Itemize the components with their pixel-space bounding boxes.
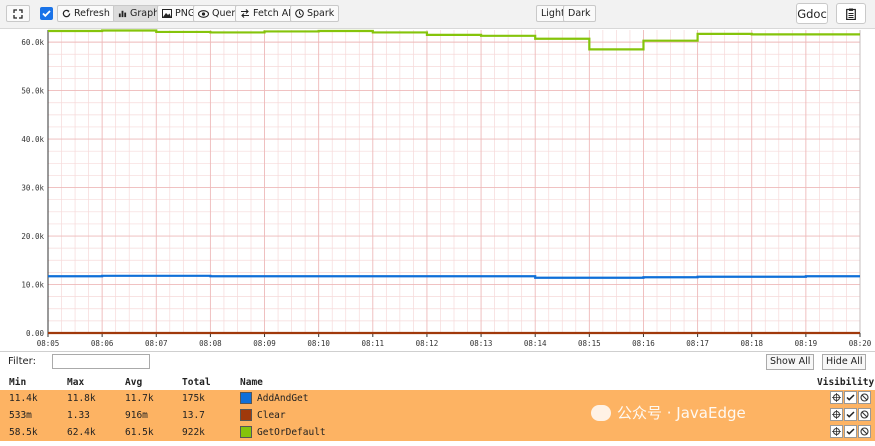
legend-header: Min Max Avg Total Name Visibility <box>0 374 875 390</box>
col-name: Name <box>240 377 263 388</box>
focus-button[interactable] <box>830 425 843 438</box>
hide-button[interactable] <box>858 408 871 421</box>
row-total: 175k <box>182 393 205 404</box>
filter-label: Filter: <box>8 356 36 367</box>
row-avg: 916m <box>125 410 148 421</box>
legend-row[interactable]: 58.5k 62.4k 61.5k 922k GetOrDefault <box>0 424 875 441</box>
image-icon <box>162 9 172 18</box>
x-tick-label: 08:10 <box>307 339 330 348</box>
ban-icon <box>860 427 869 436</box>
check-icon <box>846 394 855 401</box>
dark-theme-button[interactable]: Dark <box>563 5 596 22</box>
col-total: Total <box>182 377 211 388</box>
row-max: 11.8k <box>67 393 96 404</box>
metrics-chart: 0.00 10.0k 20.0k 30.0k 40.0k 50.0k 60.0k 08:05 0… <box>21 29 872 348</box>
crosshair-icon <box>832 393 841 402</box>
spark-label: Spark <box>307 8 335 19</box>
row-name: GetOrDefault <box>257 427 326 438</box>
row-name: AddAndGet <box>257 393 309 404</box>
focus-button[interactable] <box>830 391 843 404</box>
watermark-text: 公众号 · JavaEdge <box>617 404 746 422</box>
x-tick-label: 08:14 <box>524 339 547 348</box>
series-color-swatch[interactable] <box>240 392 252 404</box>
light-label: Light <box>541 8 565 19</box>
row-total: 13.7 <box>182 410 205 421</box>
gdoc-label: Gdoc <box>797 7 827 21</box>
clipboard-icon <box>846 8 856 20</box>
wechat-icon <box>591 404 611 421</box>
x-tick-label: 08:05 <box>37 339 60 348</box>
row-name: Clear <box>257 410 286 421</box>
auto-refresh-checkbox[interactable] <box>40 7 53 20</box>
x-tick-label: 08:08 <box>199 339 222 348</box>
crosshair-icon <box>832 427 841 436</box>
ban-icon <box>860 410 869 419</box>
visible-toggle[interactable] <box>844 391 857 404</box>
refresh-label: Refresh <box>74 8 110 19</box>
spark-button[interactable]: Spark <box>290 5 340 22</box>
hide-all-button[interactable]: Hide All <box>822 354 867 370</box>
show-all-button[interactable]: Show All <box>766 354 815 370</box>
refresh-icon <box>62 9 71 18</box>
x-tick-label: 08:07 <box>145 339 168 348</box>
toolbar: Refresh Graph PNG Query Fetch API Spark … <box>0 0 875 29</box>
focus-button[interactable] <box>830 408 843 421</box>
eye-icon <box>198 9 209 18</box>
bar-chart-icon <box>118 10 127 18</box>
graph-label: Graph <box>130 8 160 19</box>
x-tick-label: 08:13 <box>470 339 493 348</box>
x-tick-label: 08:09 <box>253 339 276 348</box>
fullscreen-button[interactable] <box>6 5 30 22</box>
gdoc-button[interactable]: Gdoc <box>796 3 828 24</box>
clock-icon <box>295 9 304 18</box>
x-tick-label: 08:16 <box>632 339 655 348</box>
watermark: 公众号 · JavaEdge <box>591 402 746 423</box>
check-icon <box>846 411 855 418</box>
x-tick-label: 08:12 <box>416 339 439 348</box>
series-color-swatch[interactable] <box>240 409 252 421</box>
visible-toggle[interactable] <box>844 425 857 438</box>
check-icon <box>42 10 51 18</box>
y-tick-label: 10.0k <box>21 281 44 290</box>
crosshair-icon <box>832 410 841 419</box>
col-max: Max <box>67 377 85 388</box>
check-icon <box>846 428 855 435</box>
y-tick-label: 50.0k <box>21 87 44 96</box>
row-min: 58.5k <box>9 427 38 438</box>
col-visibility: Visibility <box>817 377 875 388</box>
col-min: Min <box>9 377 27 388</box>
row-avg: 61.5k <box>125 427 154 438</box>
y-tick-label: 0.00 <box>26 329 45 338</box>
y-tick-label: 40.0k <box>21 135 44 144</box>
series-color-swatch[interactable] <box>240 426 252 438</box>
ban-icon <box>860 393 869 402</box>
x-tick-label: 08:20 <box>849 339 872 348</box>
expand-icon <box>13 8 23 19</box>
y-tick-label: 20.0k <box>21 232 44 241</box>
filter-bar: Filter: Show All Hide All <box>0 351 875 374</box>
x-tick-label: 08:11 <box>362 339 385 348</box>
clipboard-button[interactable] <box>836 3 866 24</box>
exchange-icon <box>241 9 249 18</box>
y-tick-label: 60.0k <box>21 38 44 47</box>
row-max: 62.4k <box>67 427 96 438</box>
x-tick-label: 08:18 <box>740 339 763 348</box>
x-tick-label: 08:06 <box>91 339 114 348</box>
hide-button[interactable] <box>858 425 871 438</box>
row-min: 533m <box>9 410 32 421</box>
col-avg: Avg <box>125 377 143 388</box>
y-tick-label: 30.0k <box>21 184 44 193</box>
x-tick-label: 08:15 <box>578 339 601 348</box>
dark-label: Dark <box>568 8 591 19</box>
filter-input[interactable] <box>52 354 150 369</box>
visible-toggle[interactable] <box>844 408 857 421</box>
row-min: 11.4k <box>9 393 38 404</box>
row-max: 1.33 <box>67 410 90 421</box>
x-tick-label: 08:19 <box>795 339 818 348</box>
x-tick-label: 08:17 <box>686 339 709 348</box>
row-total: 922k <box>182 427 205 438</box>
row-avg: 11.7k <box>125 393 154 404</box>
hide-button[interactable] <box>858 391 871 404</box>
refresh-button[interactable]: Refresh <box>57 5 115 22</box>
